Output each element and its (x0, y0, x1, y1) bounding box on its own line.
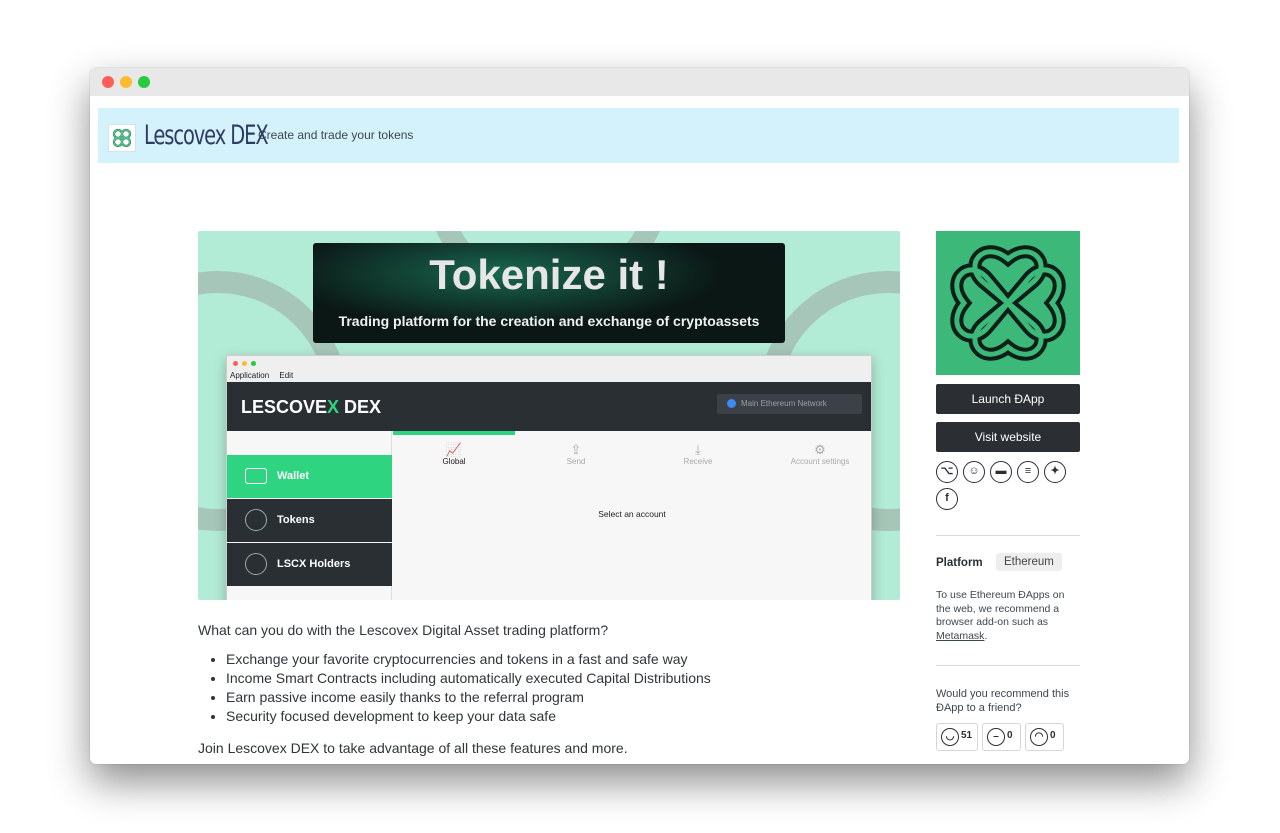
smile-icon: ◡ (941, 728, 959, 746)
mockup-minimize-dot (242, 361, 247, 366)
page-content: Lescovex DEX Create and trade your token… (98, 96, 1179, 764)
logo-icon[interactable] (108, 124, 136, 152)
visit-website-button[interactable]: Visit website (936, 422, 1080, 452)
divider (936, 665, 1080, 666)
mockup-menu-item: Edit (279, 371, 294, 380)
ethereum-icon (245, 509, 267, 531)
banner-subtitle: Trading platform for the creation and ex… (338, 313, 760, 329)
chart-icon: 📈 (445, 442, 463, 457)
github-icon[interactable]: ⌥ (936, 461, 958, 483)
mockup-progress-bar (393, 431, 515, 435)
vote-positive-button[interactable]: ◡ 51 (936, 723, 978, 751)
mockup-tab-send: ⇪ Send (536, 442, 616, 467)
dapp-logo (936, 231, 1080, 375)
list-item: Earn passive income easily thanks to the… (226, 688, 711, 707)
blog-icon[interactable]: ≡ (1017, 461, 1039, 483)
launch-dapp-button[interactable]: Launch ÐApp (936, 384, 1080, 414)
promo-banner: Tokenize it ! Trading platform for the c… (313, 243, 785, 343)
mockup-sidebar-tokens: Tokens (227, 499, 392, 542)
maximize-window-button[interactable] (138, 76, 150, 88)
mockup-sidebar-holders: LSCX Holders (227, 543, 392, 586)
sad-icon: ◠ (1030, 728, 1048, 746)
divider (936, 535, 1080, 536)
neutral-icon: – (987, 728, 1005, 746)
mockup-titlebar: Application Edit (227, 356, 871, 382)
browser-note: To use Ethereum ÐApps on the web, we rec… (936, 589, 1065, 642)
description-intro: What can you do with the Lescovex Digita… (198, 622, 609, 638)
platform-tag[interactable]: Ethereum (996, 553, 1062, 571)
ethereum-icon (245, 553, 267, 575)
vote-neutral-button[interactable]: –0 (982, 723, 1021, 751)
mockup-sidebar: Wallet Tokens LSCX Holders (227, 431, 392, 600)
mockup-network-select: Main Ethereum Network (717, 394, 862, 414)
banner-title: Tokenize it ! (429, 251, 669, 298)
browser-window: Lescovex DEX Create and trade your token… (90, 68, 1189, 764)
mockup-main: 📈 Global ⇪ Send ⤓ Receive ⚙ Account settings… (393, 431, 871, 600)
mockup-menu: Application Edit (230, 371, 301, 380)
upload-icon: ⇪ (570, 442, 582, 457)
mockup-tab-settings: ⚙ Account settings (780, 442, 860, 467)
mockup-header: LESCOVEX DEX Main Ethereum Network (227, 382, 871, 431)
mockup-tab-receive: ⤓ Receive (658, 442, 738, 467)
metamask-link[interactable]: Metamask (936, 630, 984, 642)
feature-list: Exchange your favorite cryptocurrencies … (226, 650, 711, 726)
reddit-icon[interactable]: ☺ (963, 461, 985, 483)
mockup-menu-item: Application (230, 371, 270, 380)
mockup-select-account: Select an account (598, 509, 666, 519)
lescovex-logo-icon (950, 245, 1066, 361)
mockup-sidebar-wallet: Wallet (227, 455, 392, 498)
platform-label: Platform (936, 557, 983, 569)
dapp-sidebar: Launch ÐApp Visit website ⌥ ☺ ▬ ≡ ✦ f Pl… (936, 231, 1080, 751)
list-item: Exchange your favorite cryptocurrencies … (226, 650, 711, 669)
minimize-window-button[interactable] (120, 76, 132, 88)
mockup-brand: LESCOVEX DEX (241, 397, 382, 417)
list-item: Security focused development to keep you… (226, 707, 711, 726)
app-mockup: Application Edit LESCOVEX DEX Main Ether… (226, 355, 872, 600)
app-tagline: Create and trade your tokens (258, 128, 414, 142)
app-logo-text[interactable]: Lescovex DEX (144, 120, 269, 151)
twitter-icon[interactable]: ✦ (1044, 461, 1066, 483)
mockup-tab-global: 📈 Global (414, 442, 494, 467)
chat-icon[interactable]: ▬ (990, 461, 1012, 483)
close-window-button[interactable] (102, 76, 114, 88)
gear-icon: ⚙ (814, 442, 826, 457)
hero-screenshot: Tokenize it ! Trading platform for the c… (198, 231, 900, 600)
download-icon: ⤓ (695, 442, 701, 457)
vote-negative-button[interactable]: ◠ 0 (1025, 723, 1064, 751)
window-titlebar (90, 68, 1189, 96)
recommend-question: Would you recommend this ÐApp to a frien… (936, 688, 1070, 714)
description-outro: Join Lescovex DEX to take advantage of a… (198, 740, 628, 756)
list-item: Income Smart Contracts including automat… (226, 669, 711, 688)
app-header: Lescovex DEX Create and trade your token… (98, 108, 1179, 163)
mockup-close-dot (233, 361, 238, 366)
wallet-icon (245, 468, 267, 484)
facebook-icon[interactable]: f (936, 488, 958, 510)
mockup-maximize-dot (251, 361, 256, 366)
